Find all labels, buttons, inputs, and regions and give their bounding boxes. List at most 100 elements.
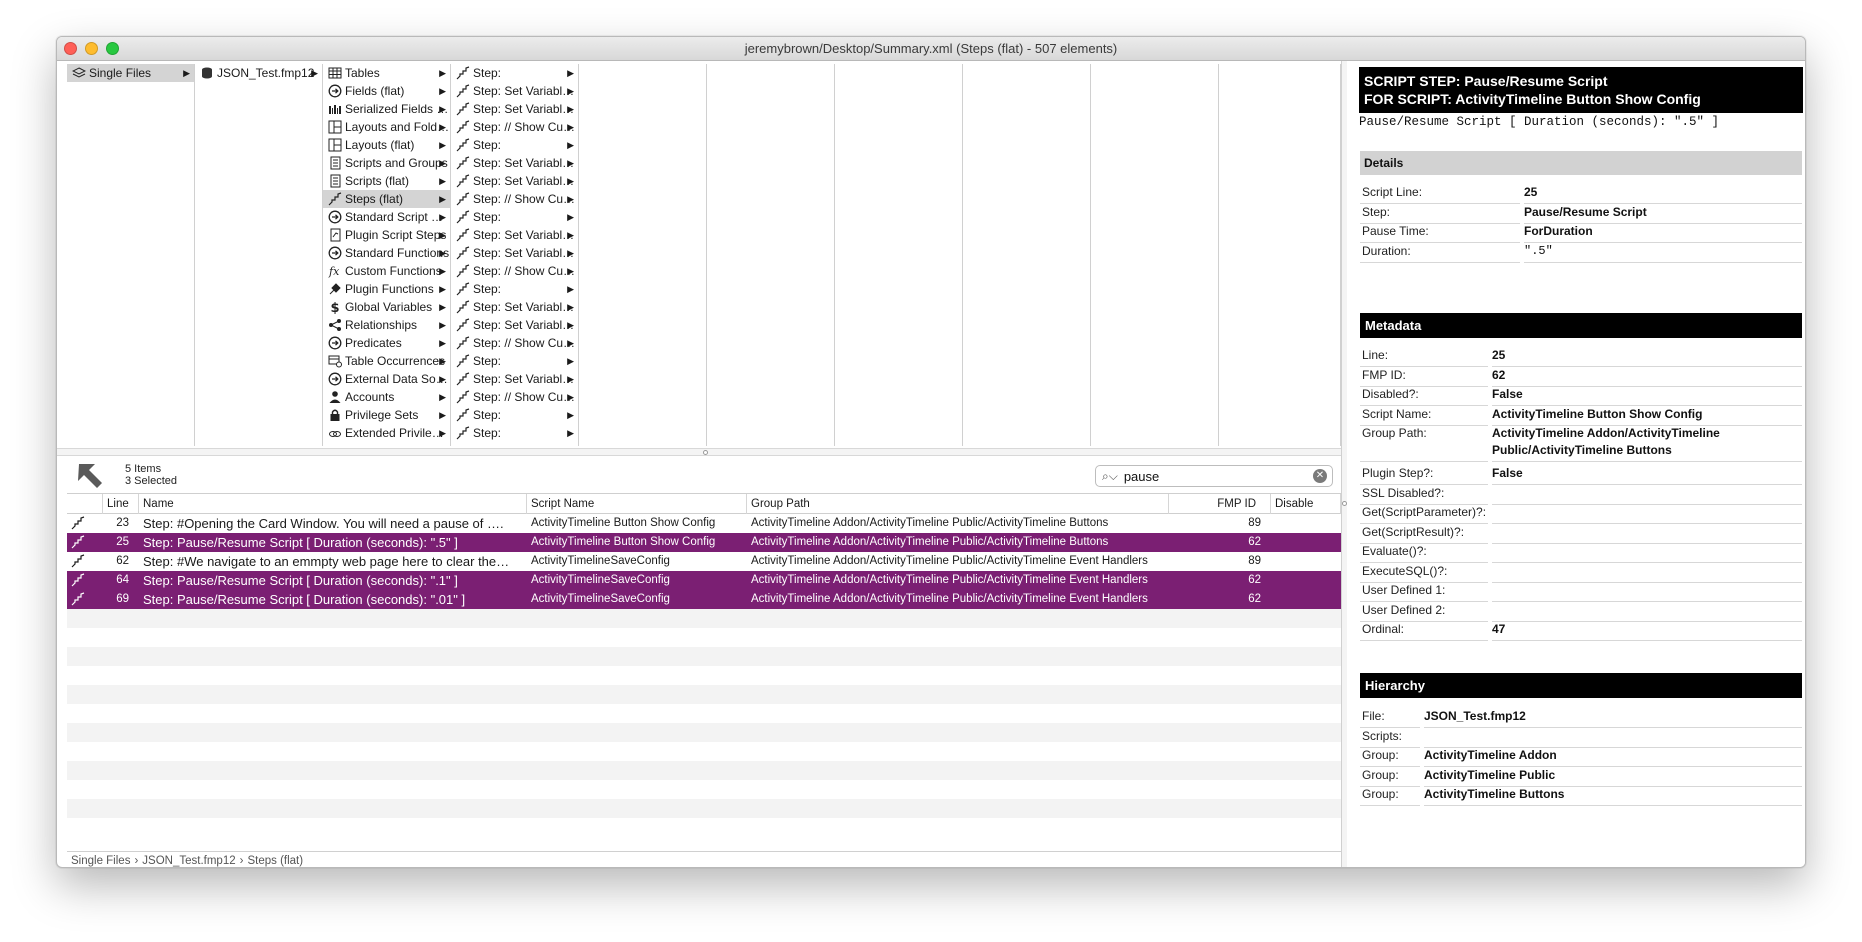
- browser-item-plugin-script-steps[interactable]: Plugin Script Steps ▶: [323, 226, 450, 244]
- browser-item-layouts-flat[interactable]: Layouts (flat) ▶: [323, 136, 450, 154]
- browser-column-5[interactable]: [579, 64, 707, 446]
- browser-item-step[interactable]: Step: Set Variable [ $…▶: [451, 82, 578, 100]
- browser-item-global-variables[interactable]: $ Global Variables ▶: [323, 298, 450, 316]
- browser-item-layouts-and-folders[interactable]: Layouts and Folders ▶: [323, 118, 450, 136]
- minimize-window-button[interactable]: [85, 42, 98, 55]
- browser-item-step[interactable]: Step: // Show Custo…▶: [451, 388, 578, 406]
- disclosure-arrow-icon: ▶: [439, 302, 446, 312]
- browser-column-2[interactable]: JSON_Test.fmp12 ▶: [195, 64, 323, 446]
- browser-item-label: Plugin Script Steps: [345, 228, 447, 242]
- browser-column-1[interactable]: Single Files ▶: [67, 64, 195, 446]
- table-row[interactable]: 23 Step: #Opening the Card Window. You wi…: [67, 514, 1341, 533]
- browser-column-9[interactable]: [1091, 64, 1219, 446]
- browser-item-label: JSON_Test.fmp12: [217, 66, 315, 80]
- column-header-line[interactable]: Line: [103, 494, 139, 514]
- browser-item-label: Scripts (flat): [345, 174, 410, 188]
- column-header-fmp-id[interactable]: FMP ID: [1169, 494, 1271, 514]
- browser-item-step[interactable]: Step: Set Variable [ $…▶: [451, 226, 578, 244]
- browser-item-relationships[interactable]: Relationships ▶: [323, 316, 450, 334]
- cell-disabled: [1271, 514, 1341, 533]
- cell-line: 62: [116, 555, 129, 567]
- browser-item-label: External Data Sources: [345, 372, 450, 386]
- horizontal-splitter[interactable]: [57, 448, 1341, 456]
- column-header-icon[interactable]: [67, 494, 103, 514]
- browser-item-step[interactable]: Step: Set Variable [ $…▶: [451, 244, 578, 262]
- browser-item-step[interactable]: Step: ▶: [451, 352, 578, 370]
- browser-column-8[interactable]: [963, 64, 1091, 446]
- disclosure-arrow-icon: ▶: [439, 356, 446, 366]
- browser-item-step[interactable]: Step: Set Variable [ $…▶: [451, 100, 578, 118]
- selection-counts: 5 Items 3 Selected: [125, 463, 177, 487]
- column-header-group-path[interactable]: Group Path: [747, 494, 1169, 514]
- browser-item-step[interactable]: Step: ▶: [451, 280, 578, 298]
- browser-column-7[interactable]: [835, 64, 963, 446]
- svg-text:fx: fx: [328, 265, 340, 278]
- browser-column-10[interactable]: [1219, 64, 1341, 446]
- breadcrumb-item-file[interactable]: JSON_Test.fmp12: [142, 852, 235, 867]
- browser-item-plugin-functions[interactable]: Plugin Functions ▶: [323, 280, 450, 298]
- browser-item-step[interactable]: Step: // Show Custo…▶: [451, 190, 578, 208]
- browser-item-scripts-and-groups[interactable]: Scripts and Groups ▶: [323, 154, 450, 172]
- browser-column-3[interactable]: Tables ▶ Fields (flat) ▶ Serialized Fields (…: [323, 64, 451, 446]
- search-input[interactable]: [1123, 468, 1304, 484]
- column-header-name[interactable]: Name: [139, 494, 527, 514]
- table-row[interactable]: 64 Step: Pause/Resume Script [ Duration (…: [67, 571, 1341, 590]
- browser-item-step[interactable]: Step: ▶: [451, 424, 578, 442]
- browser-item-steps-flat[interactable]: Steps (flat) ▶: [323, 190, 450, 208]
- zoom-window-button[interactable]: [106, 42, 119, 55]
- browser-item-file[interactable]: JSON_Test.fmp12 ▶: [195, 64, 322, 82]
- disclosure-arrow-icon: ▶: [567, 248, 574, 258]
- browser-item-scripts-flat[interactable]: Scripts (flat) ▶: [323, 172, 450, 190]
- close-window-button[interactable]: [64, 42, 77, 55]
- disclosure-arrow-icon: ▶: [567, 104, 574, 114]
- browser-item-tables[interactable]: Tables ▶: [323, 64, 450, 82]
- browser-item-standard-script-steps[interactable]: Standard Script Steps▶: [323, 208, 450, 226]
- detail-row: Ordinal: 47: [1360, 618, 1802, 641]
- browser-item-step[interactable]: Step: // Show Custo…▶: [451, 118, 578, 136]
- browser-item-accounts[interactable]: Accounts ▶: [323, 388, 450, 406]
- table-row[interactable]: 69 Step: Pause/Resume Script [ Duration (…: [67, 590, 1341, 609]
- browser-column-4[interactable]: Step:▶Step: Set Variable [ $…▶Step: Set …: [451, 64, 579, 446]
- browser-item-step[interactable]: Step: ▶: [451, 406, 578, 424]
- breadcrumb-item-single-files[interactable]: Single Files: [71, 852, 130, 867]
- browser-item-predicates[interactable]: Predicates ▶: [323, 334, 450, 352]
- browser-item-step[interactable]: Step: Set Variable [ $…▶: [451, 154, 578, 172]
- browser-item-step[interactable]: Step: Set Variable [ $…▶: [451, 316, 578, 334]
- disclosure-arrow-icon: ▶: [439, 158, 446, 168]
- browser-item-step[interactable]: Step: Set Variable [ $…▶: [451, 172, 578, 190]
- browser-item-single-files[interactable]: Single Files ▶: [67, 64, 194, 82]
- title-bar[interactable]: jeremybrown/Desktop/Summary.xml (Steps (…: [57, 37, 1805, 61]
- browser-item-external-data-sources[interactable]: External Data Sources▶: [323, 370, 450, 388]
- column-header-disabled[interactable]: Disable: [1271, 494, 1341, 514]
- browser-item-fields-flat[interactable]: Fields (flat) ▶: [323, 82, 450, 100]
- breadcrumb-separator: ›: [239, 855, 244, 867]
- browser-item-step[interactable]: Step: ▶: [451, 136, 578, 154]
- search-icon[interactable]: ⌕⌵: [1102, 469, 1118, 484]
- left-pane: Single Files ▶ JSON_Test.fmp12 ▶ Tables ▶ Fi…: [57, 61, 1341, 867]
- detail-value: ActivityTimeline Addon/ActivityTimeline …: [1492, 422, 1802, 462]
- column-header-script-name[interactable]: Script Name: [527, 494, 747, 514]
- browser-item-standard-functions[interactable]: Standard Functions ▶: [323, 244, 450, 262]
- browser-item-step[interactable]: Step: // Show Custo…▶: [451, 334, 578, 352]
- browser-column-6[interactable]: [707, 64, 835, 446]
- navigate-up-arrow-icon[interactable]: [75, 461, 107, 491]
- table-row[interactable]: 62 Step: #We navigate to an emmpty web pa…: [67, 552, 1341, 571]
- browser-item-label: Step:: [473, 210, 502, 224]
- clear-search-icon[interactable]: ✕: [1313, 469, 1327, 483]
- browser-item-extended-privileges[interactable]: Extended Privileges ▶: [323, 424, 450, 442]
- results-table: Line Name Script Name Group Path FMP ID …: [67, 493, 1341, 841]
- browser-item-step[interactable]: Step: ▶: [451, 64, 578, 82]
- browser-item-step[interactable]: Step: Set Variable [ $…▶: [451, 370, 578, 388]
- browser-item-table-occurrences[interactable]: Table Occurrences ▶: [323, 352, 450, 370]
- browser-item-custom-functions[interactable]: fx Custom Functions ▶: [323, 262, 450, 280]
- table-row[interactable]: 25 Step: Pause/Resume Script [ Duration (…: [67, 533, 1341, 552]
- splitter-handle[interactable]: [703, 450, 708, 455]
- search-field[interactable]: ⌕⌵ ✕: [1095, 465, 1333, 487]
- browser-item-step[interactable]: Step: ▶: [451, 208, 578, 226]
- browser-item-step[interactable]: Step: // Show Custo…▶: [451, 262, 578, 280]
- browser-item-privilege-sets[interactable]: Privilege Sets ▶: [323, 406, 450, 424]
- browser-item-serialized-fields-flat[interactable]: Serialized Fields (flat) ▶: [323, 100, 450, 118]
- browser-item-label: Plugin Functions: [345, 282, 434, 296]
- breadcrumb-item-steps[interactable]: Steps (flat): [247, 852, 303, 867]
- browser-item-step[interactable]: Step: Set Variable [ $…▶: [451, 298, 578, 316]
